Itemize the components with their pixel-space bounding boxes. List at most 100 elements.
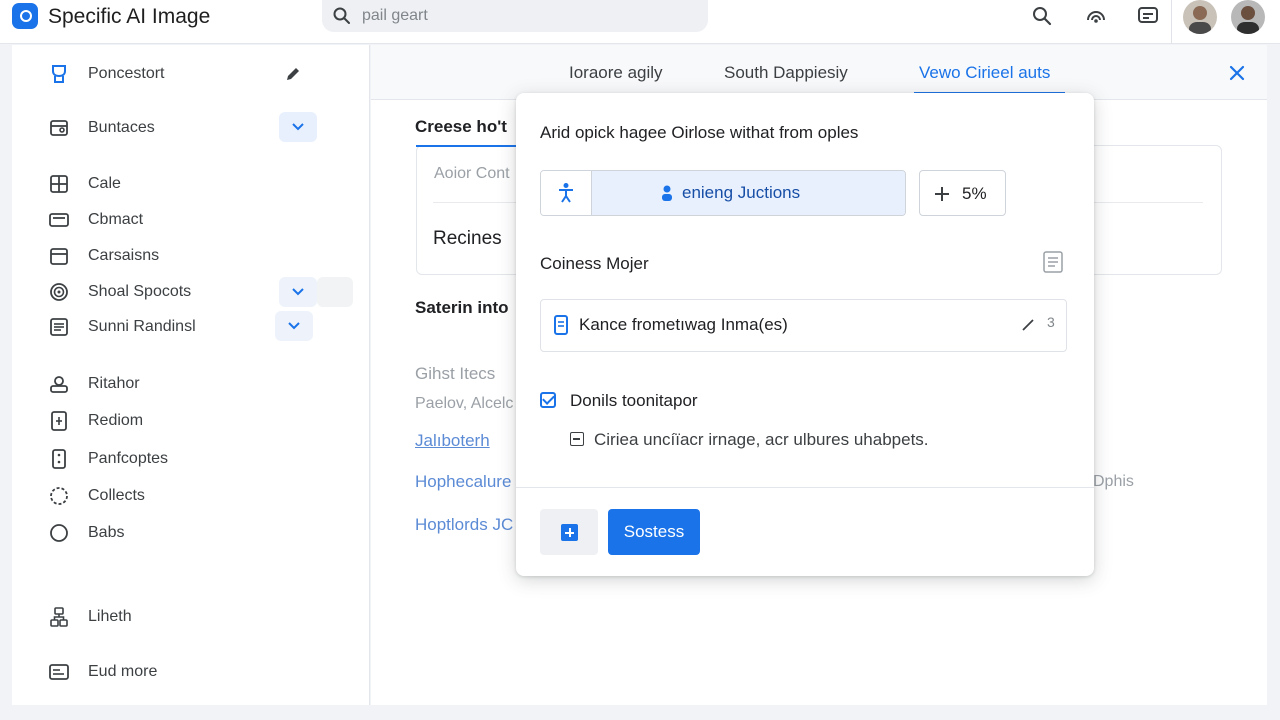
sidebar-item-label: Buntaces xyxy=(88,119,155,136)
sidebar-item-label: Collects xyxy=(88,487,145,504)
add-button[interactable] xyxy=(540,509,598,555)
list-subheader: Paelov, Alcelc xyxy=(415,395,514,412)
sidebar-item-cbmact[interactable]: Cbmact xyxy=(12,204,352,236)
sidebar: Poncestort Buntaces Cale Cbmact Carsaisn… xyxy=(12,45,370,705)
plus-icon xyxy=(935,187,949,201)
app-title: Specific AI Image xyxy=(48,5,211,28)
target-icon xyxy=(50,283,68,301)
sub-option-label: Ciriea uncíïacr irnage, acr ulbures uhab… xyxy=(594,430,929,449)
action-button[interactable] xyxy=(317,277,353,307)
list-link[interactable]: Jalıboterh xyxy=(415,431,490,451)
circle-icon xyxy=(50,524,68,542)
tab-south-dappiesiy[interactable]: South Dappiesiy xyxy=(724,63,848,83)
sidebar-item-babs[interactable]: Babs xyxy=(12,517,352,549)
tab-vewo-cirieel-auts[interactable]: Vewo Cirieel auts xyxy=(919,63,1050,83)
sidebar-item-liheth[interactable]: Liheth xyxy=(12,601,352,633)
segment-label: enieng Juctions xyxy=(682,183,801,202)
dialog: Arid opick hagee Oirlose withat from opl… xyxy=(516,93,1094,576)
sidebar-item-label: Rediom xyxy=(88,412,144,429)
expand-button[interactable] xyxy=(279,277,317,307)
card-icon xyxy=(49,213,69,227)
checkbox[interactable] xyxy=(540,392,556,408)
collection-icon xyxy=(50,487,68,505)
close-icon[interactable] xyxy=(1227,63,1247,83)
sidebar-item-label: Panfcoptes xyxy=(88,450,169,467)
name-field[interactable]: Kance frometıwag Inma(es) 3 xyxy=(540,299,1067,352)
chevron-down-icon xyxy=(288,322,300,330)
sidebar-item-label: Liheth xyxy=(88,608,132,625)
sidebar-item-rediom[interactable]: Rediom xyxy=(12,405,352,437)
book-icon xyxy=(50,175,68,193)
section-label: Coiness Mojer xyxy=(540,254,649,273)
sidebar-item-ritahor[interactable]: Ritahor xyxy=(12,368,352,400)
sidebar-item-label: Sunni Randinsl xyxy=(88,318,196,335)
broadcast-icon[interactable] xyxy=(1084,4,1108,28)
sidebar-item-poncestort[interactable]: Poncestort xyxy=(12,58,352,90)
search-icon[interactable] xyxy=(1030,4,1054,28)
app-logo-icon xyxy=(12,3,38,29)
chat-icon[interactable] xyxy=(1136,4,1160,28)
folder-icon xyxy=(50,120,68,136)
sidebar-item-collects[interactable]: Collects xyxy=(12,480,352,512)
search-icon xyxy=(333,7,350,24)
checkbox-label: Donils toonitapor xyxy=(570,391,698,410)
chevron-down-icon xyxy=(292,123,304,131)
chevron-down-icon xyxy=(292,288,304,296)
header-divider xyxy=(1171,0,1172,44)
segment-selected[interactable]: enieng Juctions xyxy=(592,171,905,215)
sidebar-item-label: Cbmact xyxy=(88,211,144,228)
sidebar-item-label: Carsaisns xyxy=(88,247,160,264)
top-bar: Specific AI Image pail geart xyxy=(0,0,1280,44)
sidebar-item-sunni-randinsl[interactable]: Sunni Randinsl xyxy=(12,311,352,343)
card-field-label: Recines xyxy=(433,228,502,249)
search-text: pail geart xyxy=(362,7,428,24)
card-title: Creese ho't xyxy=(415,117,507,136)
edit-icon[interactable] xyxy=(284,65,302,83)
sidebar-item-carsaisns[interactable]: Carsaisns xyxy=(12,240,352,272)
avatar[interactable] xyxy=(1183,0,1217,34)
sidebar-item-buntaces[interactable]: Buntaces xyxy=(12,112,352,144)
cup-icon xyxy=(52,65,66,83)
document-icon[interactable] xyxy=(1042,250,1064,274)
sidebar-item-label: Shoal Spocots xyxy=(88,283,192,300)
edit-icon[interactable] xyxy=(1021,318,1035,332)
side-label: Dphis xyxy=(1093,473,1134,490)
list-link[interactable]: Hoptlords JC xyxy=(415,515,513,535)
collapse-icon[interactable] xyxy=(570,432,584,446)
tab-bar: Ioraore agily South Dappiesiy Vewo Cirie… xyxy=(371,45,1267,100)
sub-option-row[interactable]: Ciriea uncíïacr irnage, acr ulbures uhab… xyxy=(570,429,990,451)
sidebar-item-panfcoptes[interactable]: Panfcoptes xyxy=(12,443,352,475)
segment-accessibility[interactable] xyxy=(541,171,592,215)
list-link[interactable]: Hophecalure xyxy=(415,472,511,492)
dialog-heading: Arid opick hagee Oirlose withat from opl… xyxy=(540,123,859,142)
search-input[interactable]: pail geart xyxy=(322,0,708,32)
person-icon xyxy=(662,185,672,201)
percent-button[interactable]: 5% xyxy=(919,170,1006,216)
add-icon xyxy=(561,524,578,541)
file-icon xyxy=(554,315,568,335)
expand-button[interactable] xyxy=(275,311,313,341)
file-icon xyxy=(51,411,67,431)
dialog-footer-divider xyxy=(516,487,1094,488)
sidebar-item-label: Ritahor xyxy=(88,375,140,392)
badge-icon xyxy=(50,376,68,393)
avatar[interactable] xyxy=(1231,0,1265,34)
primary-button[interactable]: Sostess xyxy=(608,509,700,555)
list-icon xyxy=(50,318,68,336)
sidebar-item-shoal-spocots[interactable]: Shoal Spocots xyxy=(12,276,353,308)
segmented-control: enieng Juctions xyxy=(540,170,906,216)
phone-icon xyxy=(52,449,66,469)
section-title: Saterin into xyxy=(415,298,509,317)
card-placeholder: Aoior Cont xyxy=(434,165,510,182)
sidebar-item-cale[interactable]: Cale xyxy=(12,168,352,200)
network-icon xyxy=(50,607,68,627)
tab-ioraore-agily[interactable]: Ioraore agily xyxy=(569,63,663,83)
sidebar-item-label: Cale xyxy=(88,175,121,192)
sidebar-item-label: Poncestort xyxy=(88,65,165,82)
sidebar-item-eud-more[interactable]: Eud more xyxy=(12,656,352,688)
accessibility-icon xyxy=(559,183,573,203)
donils-checkbox-row[interactable]: Donils toonitapor xyxy=(540,390,840,412)
sidebar-item-label: Eud more xyxy=(88,663,158,680)
expand-button[interactable] xyxy=(279,112,317,142)
card-accent-line xyxy=(416,145,526,147)
